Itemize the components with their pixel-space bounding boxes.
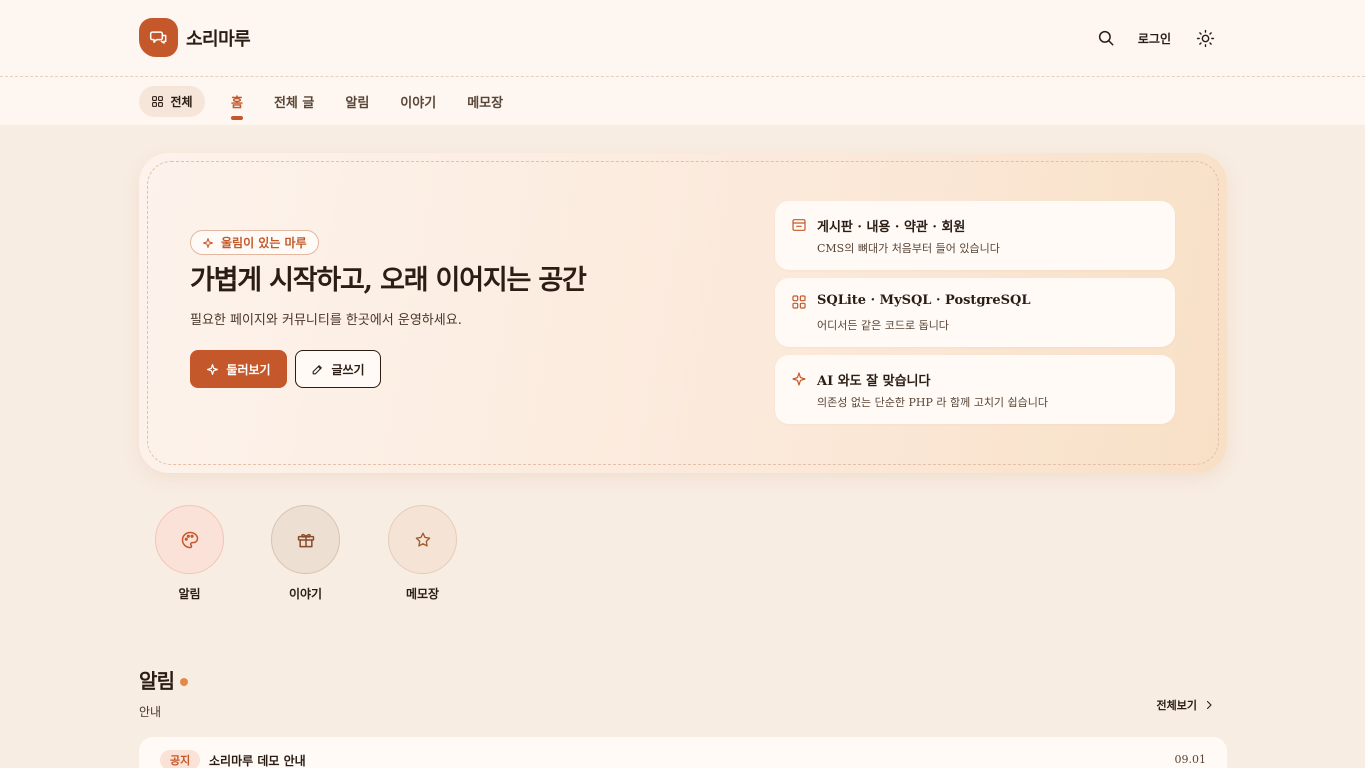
- feature-desc: 의존성 없는 단순한 PHP 라 함께 고치기 쉽습니다: [817, 396, 1049, 409]
- all-categories-button[interactable]: 전체: [139, 86, 205, 117]
- section-dot: [180, 678, 188, 686]
- tab-notice[interactable]: 알림: [345, 77, 369, 125]
- all-categories-label: 전체: [170, 95, 193, 109]
- post-date: 09.01: [1174, 753, 1207, 766]
- quick-link-label: 알림: [178, 587, 201, 601]
- quick-link-notice[interactable]: 알림: [155, 505, 224, 602]
- login-link[interactable]: 로그인: [1138, 30, 1171, 47]
- feature-card: SQLite · MySQL · PostgreSQL 어디서든 같은 코드로 …: [775, 278, 1175, 347]
- feature-title: 게시판 · 내용 · 약관 · 회원: [817, 220, 966, 235]
- see-all-link[interactable]: 전체보기: [1157, 697, 1215, 713]
- see-all-label: 전체보기: [1156, 699, 1197, 712]
- sun-icon[interactable]: [1193, 26, 1217, 50]
- pencil-icon: [313, 364, 323, 374]
- gift-icon: [271, 505, 340, 574]
- explore-button-label: 둘러보기: [226, 362, 271, 377]
- palette-icon: [155, 505, 224, 574]
- write-button[interactable]: 글쓰기: [295, 350, 381, 388]
- feature-list: 게시판 · 내용 · 약관 · 회원 CMS의 뼈대가 처음부터 들어 있습니다…: [775, 201, 1175, 432]
- hero-badge: 울림이 있는 마루: [190, 230, 319, 255]
- section-title: 알림: [139, 669, 175, 693]
- board-icon: [792, 219, 806, 231]
- list-item[interactable]: 공지 소리마루 데모 안내 09.01: [139, 737, 1227, 768]
- sparkle-icon: [207, 363, 219, 375]
- grid-icon: [152, 96, 164, 107]
- quick-link-label: 메모장: [405, 587, 440, 601]
- star-icon: [388, 505, 457, 574]
- feature-title: SQLite · MySQL · PostgreSQL: [817, 293, 1031, 308]
- search-icon[interactable]: [1094, 26, 1118, 50]
- feature-card: 게시판 · 내용 · 약관 · 회원 CMS의 뼈대가 처음부터 들어 있습니다: [775, 201, 1175, 270]
- post-title[interactable]: 소리마루 데모 안내: [209, 752, 306, 768]
- quick-link-label: 이야기: [288, 587, 323, 601]
- tab-memo[interactable]: 메모장: [467, 77, 503, 125]
- hero-subtitle: 필요한 페이지와 커뮤니티를 한곳에서 운영하세요.: [190, 313, 462, 328]
- hero-badge-text: 울림이 있는 마루: [221, 236, 307, 250]
- feature-card: AI 와도 잘 맞습니다 의존성 없는 단순한 PHP 라 함께 고치기 쉽습니…: [775, 355, 1175, 424]
- chevron-right-icon: [1206, 700, 1212, 710]
- sparkle-icon: [203, 237, 213, 248]
- tab-all-posts[interactable]: 전체 글: [274, 77, 314, 125]
- tab-story[interactable]: 이야기: [400, 77, 436, 125]
- post-tag: 공지: [160, 750, 201, 768]
- main-nav: 전체 홈 전체 글 알림 이야기 메모장: [0, 77, 1365, 125]
- quick-link-memo[interactable]: 메모장: [388, 505, 457, 602]
- quick-link-story[interactable]: 이야기: [271, 505, 340, 602]
- grid-icon: [792, 295, 806, 309]
- tab-home[interactable]: 홈: [231, 77, 243, 125]
- hero-banner: 울림이 있는 마루 가볍게 시작하고, 오래 이어지는 공간 필요한 페이지와 …: [139, 153, 1227, 473]
- feature-desc: CMS의 뼈대가 처음부터 들어 있습니다: [817, 242, 1000, 255]
- brand-name: 소리마루: [186, 28, 251, 50]
- hero-title: 가볍게 시작하고, 오래 이어지는 공간: [190, 265, 587, 296]
- top-bar: 소리마루 로그인: [0, 0, 1365, 77]
- feature-title: AI 와도 잘 맞습니다: [817, 374, 931, 389]
- site-logo[interactable]: 소리마루: [139, 18, 251, 57]
- chat-bubbles-icon: [139, 18, 178, 57]
- write-button-label: 글쓰기: [331, 362, 365, 377]
- section-subtitle: 안내: [139, 705, 162, 719]
- sparkle-icon: [792, 372, 806, 386]
- explore-button[interactable]: 둘러보기: [190, 350, 287, 388]
- feature-desc: 어디서든 같은 코드로 돕니다: [817, 319, 949, 332]
